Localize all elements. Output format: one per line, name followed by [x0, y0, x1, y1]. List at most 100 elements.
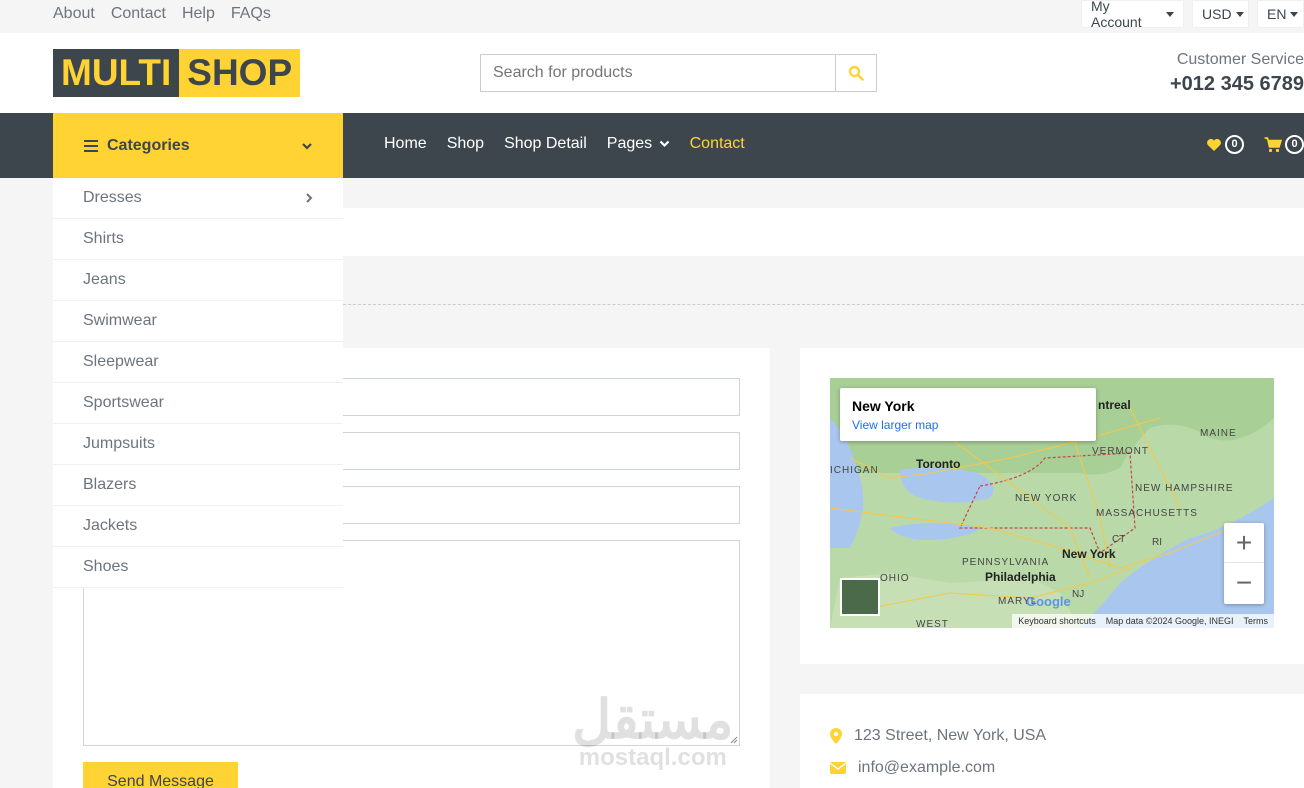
category-item-dresses[interactable]: Dresses — [53, 178, 343, 219]
categories-menu: Dresses Shirts Jeans Swimwear Sleepwear … — [53, 178, 343, 588]
category-item-shirts[interactable]: Shirts — [53, 219, 343, 260]
category-label: Sportswear — [83, 394, 164, 411]
navbar: Categories Home Shop Shop Detail Pages C… — [0, 113, 1304, 178]
language-label: EN — [1267, 6, 1287, 22]
language-dropdown[interactable]: EN — [1257, 0, 1304, 28]
top-links: About Contact Help FAQs — [53, 5, 271, 23]
nav-pages[interactable]: Pages — [607, 135, 670, 153]
map-label: Philadelphia — [985, 570, 1056, 584]
map-label: NEW HAMPSHIRE — [1135, 483, 1234, 494]
cart-icon — [1264, 136, 1282, 152]
address-text: 123 Street, New York, USA — [854, 727, 1047, 744]
customer-service-phone: +012 345 6789 — [1169, 73, 1304, 95]
nav-shop[interactable]: Shop — [447, 135, 484, 153]
top-link-faqs[interactable]: FAQs — [231, 5, 271, 23]
chevron-down-icon — [659, 140, 669, 148]
category-label: Blazers — [83, 476, 137, 493]
my-account-dropdown[interactable]: My Account — [1081, 0, 1184, 30]
map-label: PENNSYLVANIA — [962, 557, 1049, 568]
category-label: Dresses — [83, 189, 142, 206]
category-label: Swimwear — [83, 312, 157, 329]
nav-icons: 0 0 — [1206, 135, 1304, 154]
category-label: Shirts — [83, 230, 124, 247]
menu-icon — [84, 139, 98, 152]
top-link-contact[interactable]: Contact — [111, 5, 166, 23]
logo-part1: MULTI — [53, 49, 180, 97]
category-label: Jumpsuits — [83, 435, 156, 452]
map-label: CT — [1112, 534, 1125, 545]
category-item-jackets[interactable]: Jackets — [53, 506, 343, 547]
search-input[interactable] — [481, 55, 835, 91]
category-item-shoes[interactable]: Shoes — [53, 547, 343, 588]
my-account-label: My Account — [1091, 0, 1142, 30]
map-info-card: New York View larger map — [840, 388, 1096, 441]
search-icon — [848, 65, 864, 81]
map-label: ICHIGAN — [830, 465, 879, 476]
category-item-jeans[interactable]: Jeans — [53, 260, 343, 301]
nav-links: Home Shop Shop Detail Pages Contact — [384, 135, 745, 153]
zoom-out-button[interactable]: − — [1224, 563, 1264, 603]
category-label: Sleepwear — [83, 353, 159, 370]
email-text: info@example.com — [858, 759, 996, 776]
contact-info: 123 Street, New York, USA info@example.c… — [800, 694, 1304, 788]
category-item-blazers[interactable]: Blazers — [53, 465, 343, 506]
view-larger-map-link[interactable]: View larger map — [852, 418, 1084, 432]
top-link-about[interactable]: About — [53, 5, 95, 23]
search-bar — [480, 54, 877, 92]
cart-button[interactable]: 0 — [1264, 135, 1304, 154]
map-label: MAINE — [1200, 428, 1237, 439]
zoom-in-button[interactable]: + — [1224, 523, 1264, 563]
chevron-right-icon — [306, 193, 313, 203]
category-item-swimwear[interactable]: Swimwear — [53, 301, 343, 342]
send-message-button[interactable]: Send Message — [83, 762, 238, 788]
categories-toggle[interactable]: Categories — [53, 113, 343, 178]
section-divider — [343, 304, 1304, 305]
email-row: info@example.com — [830, 759, 995, 777]
nav-pages-label: Pages — [606, 135, 653, 152]
caret-down-icon — [1166, 11, 1174, 17]
watermark-arabic: مستقل — [572, 690, 734, 750]
currency-dropdown[interactable]: USD — [1192, 0, 1249, 28]
nav-contact[interactable]: Contact — [690, 135, 745, 153]
customer-service: Customer Service +012 345 6789 — [1170, 51, 1304, 96]
map[interactable]: Toronto NEW YORK New York Philadelphia P… — [830, 378, 1274, 628]
keyboard-shortcuts-link[interactable]: Keyboard shortcuts — [1018, 616, 1096, 626]
cart-count: 0 — [1285, 135, 1304, 154]
caret-down-icon — [1235, 11, 1244, 17]
terms-link[interactable]: Terms — [1244, 616, 1269, 626]
map-data-text: Map data ©2024 Google, INEGI — [1105, 616, 1234, 626]
map-type-toggle[interactable] — [840, 578, 880, 616]
map-label: NJ — [1072, 589, 1084, 600]
map-label: ntreal — [1098, 398, 1131, 412]
category-item-sleepwear[interactable]: Sleepwear — [53, 342, 343, 383]
header: MULTI SHOP Customer Service +012 345 678… — [0, 33, 1304, 113]
nav-home[interactable]: Home — [384, 135, 427, 153]
map-label: MASSACHUSETTS — [1096, 508, 1198, 519]
currency-label: USD — [1202, 6, 1232, 22]
category-item-sportswear[interactable]: Sportswear — [53, 383, 343, 424]
map-label: VERMONT — [1092, 446, 1149, 457]
category-label: Jackets — [83, 517, 138, 534]
envelope-icon — [830, 762, 846, 774]
logo[interactable]: MULTI SHOP — [53, 49, 301, 97]
categories-label: Categories — [107, 136, 190, 154]
watermark-latin: mostaql.com — [578, 744, 727, 771]
wishlist-button[interactable]: 0 — [1206, 135, 1244, 154]
google-logo: Google — [1026, 594, 1071, 609]
search-button[interactable] — [835, 55, 876, 91]
watermark: مستقل mostaql.com — [572, 690, 734, 771]
top-link-help[interactable]: Help — [182, 5, 215, 23]
logo-part2: SHOP — [179, 49, 301, 97]
caret-down-icon — [1290, 11, 1299, 17]
chevron-down-icon — [302, 142, 312, 150]
customer-service-label: Customer Service — [1176, 51, 1304, 68]
map-label: RI — [1152, 537, 1162, 548]
top-bar: About Contact Help FAQs My Account USD E… — [0, 0, 1304, 33]
map-place-title: New York — [852, 398, 915, 414]
category-label: Jeans — [83, 271, 126, 288]
map-attribution: Keyboard shortcuts Map data ©2024 Google… — [1012, 614, 1274, 628]
nav-shop-detail[interactable]: Shop Detail — [504, 135, 587, 153]
wishlist-count: 0 — [1225, 135, 1244, 154]
map-marker-icon — [830, 728, 842, 744]
category-item-jumpsuits[interactable]: Jumpsuits — [53, 424, 343, 465]
